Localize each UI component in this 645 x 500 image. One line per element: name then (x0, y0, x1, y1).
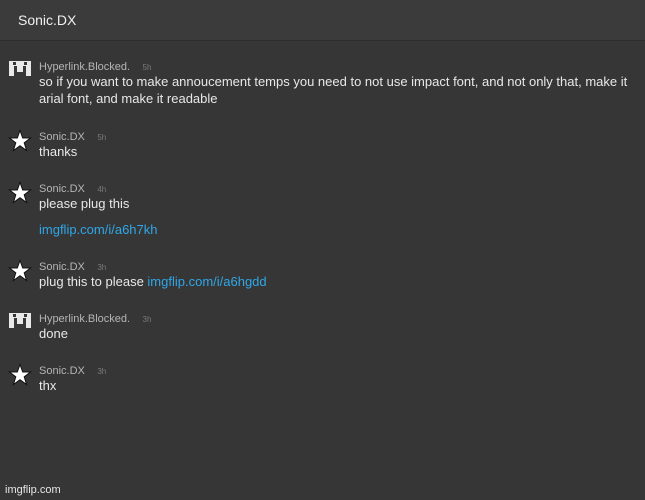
message-time: 5h (142, 63, 152, 72)
imgflip-watermark: imgflip.com (5, 484, 61, 496)
message-body: please plug this (39, 196, 130, 211)
message-text: plug this to please imgflip.com/i/a6hgdd (39, 273, 639, 290)
message-time: 4h (97, 185, 107, 194)
message-author[interactable]: Hyperlink.Blocked. (39, 61, 130, 73)
message-text: done (39, 326, 68, 341)
message-author[interactable]: Sonic.DX (39, 183, 85, 195)
message-text: thanks (39, 144, 78, 159)
blocky-face-icon[interactable] (8, 59, 32, 83)
message-time: 5h (97, 133, 107, 142)
message-body: plug this to please (39, 274, 148, 289)
message-author[interactable]: Sonic.DX (39, 131, 85, 143)
message-time: 3h (97, 263, 107, 272)
message-text: thx (39, 378, 57, 393)
message-author[interactable]: Hyperlink.Blocked. (39, 313, 130, 325)
message-text: so if you want to make annoucement temps… (39, 74, 628, 106)
blocky-face-icon[interactable] (8, 311, 32, 335)
message-link[interactable]: imgflip.com/i/a6h7kh (39, 222, 158, 237)
message-text: please plug this imgflip.com/i/a6h7kh (39, 195, 639, 238)
message-time: 3h (142, 315, 152, 324)
chat-header: Sonic.DX (0, 0, 645, 41)
message-author[interactable]: Sonic.DX (39, 261, 85, 273)
message-time: 3h (97, 367, 107, 376)
chat-title: Sonic.DX (18, 12, 77, 28)
star-icon[interactable] (8, 259, 32, 283)
star-icon[interactable] (8, 181, 32, 205)
message-link[interactable]: imgflip.com/i/a6hgdd (147, 274, 266, 289)
message-author[interactable]: Sonic.DX (39, 365, 85, 377)
star-icon[interactable] (8, 129, 32, 153)
star-icon[interactable] (8, 363, 32, 387)
